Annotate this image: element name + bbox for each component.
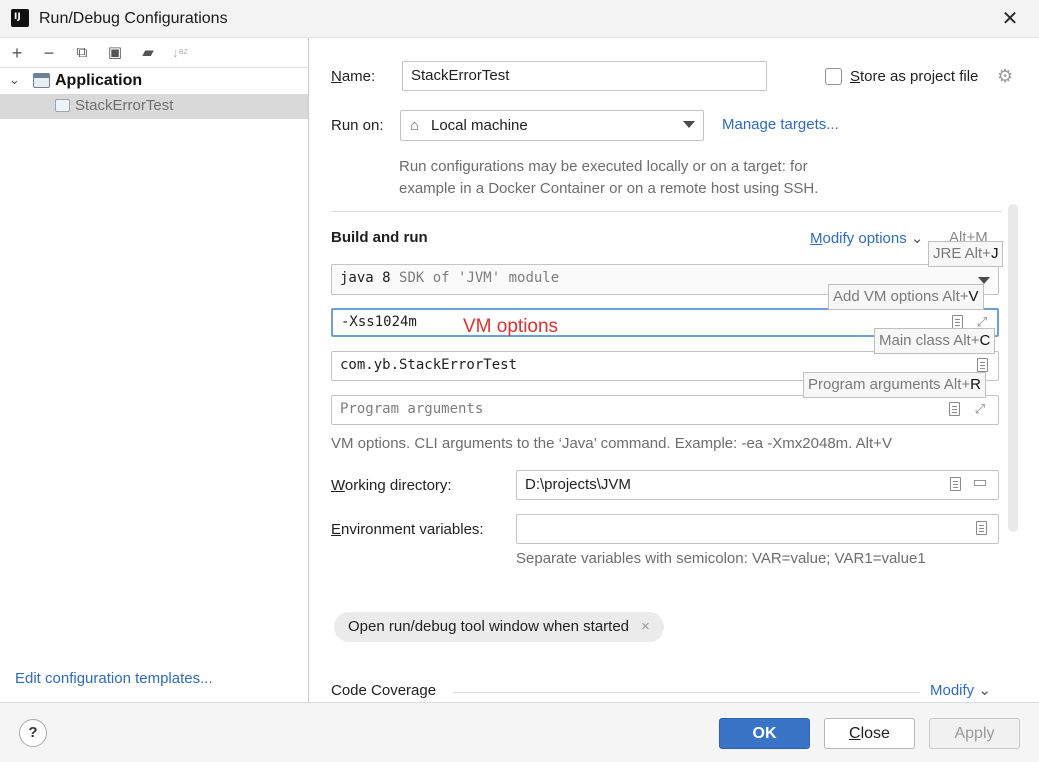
close-button[interactable]: Close xyxy=(824,718,915,749)
save-configuration-button[interactable]: ▣ xyxy=(104,42,126,64)
remove-configuration-button[interactable]: − xyxy=(38,42,60,64)
program-arguments-input[interactable]: Program arguments ⤢ xyxy=(331,395,999,425)
name-input[interactable]: StackErrorTest xyxy=(402,61,767,91)
run-on-hint: Run configurations may be executed local… xyxy=(399,156,879,200)
window-title: Run/Debug Configurations xyxy=(39,10,228,27)
working-directory-value: D:\projects\JVM xyxy=(525,476,631,493)
name-input-value: StackErrorTest xyxy=(411,67,510,84)
name-label: Name: xyxy=(331,68,376,85)
open-tool-window-option-chip[interactable]: Open run/debug tool window when started × xyxy=(334,612,664,642)
application-icon xyxy=(55,99,70,112)
edit-templates-link[interactable]: Edit configuration templates... xyxy=(15,670,213,687)
main-class-shortcut-tooltip: Main class Alt+C xyxy=(874,328,996,354)
gear-icon[interactable]: ⚙ xyxy=(997,67,1015,85)
program-arguments-placeholder: Program arguments xyxy=(340,401,484,417)
copy-configuration-button[interactable]: ⧉ xyxy=(71,42,93,64)
jre-value: java 8 SDK of 'JVM' module xyxy=(340,270,560,286)
run-on-hint-line: Run configurations may be executed local… xyxy=(399,158,808,175)
section-divider xyxy=(331,211,1002,212)
store-as-project-file-label[interactable]: Store as project file xyxy=(850,68,978,85)
working-directory-label: Working directory: xyxy=(331,477,452,494)
tree-group-application[interactable]: ⌄ Application xyxy=(0,69,308,93)
code-coverage-heading: Code Coverage xyxy=(331,682,437,699)
chevron-down-icon xyxy=(978,277,990,284)
run-on-select[interactable]: ⌂ Local machine xyxy=(400,110,704,141)
main-class-value: com.yb.StackErrorTest xyxy=(340,357,518,373)
document-icon[interactable] xyxy=(952,315,963,329)
configuration-form: Name: StackErrorTest Store as project fi… xyxy=(310,38,1039,702)
tree-item-label: StackErrorTest xyxy=(75,97,174,114)
environment-variables-label: Environment variables: xyxy=(331,521,484,538)
close-window-button[interactable]: ✕ xyxy=(996,6,1024,32)
tree-toolbar: + − ⧉ ▣ ▰ ↓ᵃᶻ xyxy=(0,38,309,68)
ok-button[interactable]: OK xyxy=(719,718,810,749)
manage-targets-link[interactable]: Manage targets... xyxy=(722,116,839,133)
apply-button[interactable]: Apply xyxy=(929,718,1020,749)
working-directory-input[interactable]: D:\projects\JVM ▭ xyxy=(516,470,999,500)
configuration-tree-panel: + − ⧉ ▣ ▰ ↓ᵃᶻ ⌄ Application StackErrorTe… xyxy=(0,38,309,702)
tree-item-stackerrortest[interactable]: StackErrorTest xyxy=(0,94,308,119)
application-icon xyxy=(33,73,50,88)
document-icon[interactable] xyxy=(976,521,987,535)
home-icon: ⌂ xyxy=(410,117,420,134)
store-as-project-file-checkbox[interactable] xyxy=(825,68,842,85)
sort-configurations-button[interactable]: ↓ᵃᶻ xyxy=(169,42,191,64)
document-icon[interactable] xyxy=(977,358,988,372)
code-coverage-modify-link[interactable]: Modify ⌄ xyxy=(930,681,991,699)
expand-icon[interactable]: ⤢ xyxy=(972,401,988,417)
vm-options-value: -Xss1024m xyxy=(341,314,417,330)
help-button[interactable]: ? xyxy=(19,719,47,747)
chevron-down-icon xyxy=(683,121,695,128)
tree-group-label: Application xyxy=(55,72,143,89)
run-on-value: Local machine xyxy=(431,117,528,134)
folder-icon[interactable]: ▭ xyxy=(972,475,988,491)
vm-options-shortcut-tooltip: Add VM options Alt+V xyxy=(828,284,984,310)
remove-option-icon[interactable]: × xyxy=(641,618,650,635)
jre-shortcut-tooltip: JRE Alt+J xyxy=(928,241,1004,267)
chevron-down-icon[interactable]: ⌄ xyxy=(9,72,20,88)
run-on-label: Run on: xyxy=(331,117,384,134)
scrollbar[interactable] xyxy=(1008,204,1018,532)
title-bar: IJ Run/Debug Configurations ✕ xyxy=(0,0,1039,38)
add-configuration-button[interactable]: + xyxy=(6,42,28,64)
program-arguments-shortcut-tooltip: Program arguments Alt+R xyxy=(803,372,987,398)
run-on-hint-line: example in a Docker Container or on a re… xyxy=(399,180,819,197)
modify-options-link[interactable]: Modify options ⌄ xyxy=(810,229,923,247)
environment-variables-hint: Separate variables with semicolon: VAR=v… xyxy=(516,550,926,567)
build-and-run-heading: Build and run xyxy=(331,229,428,246)
section-divider xyxy=(453,692,920,693)
intellij-logo-icon: IJ xyxy=(9,7,29,27)
dialog-button-bar: ? OK Close Apply xyxy=(0,702,1039,762)
document-icon[interactable] xyxy=(949,402,960,416)
vm-options-annotation: VM options xyxy=(463,316,559,337)
move-into-folder-button[interactable]: ▰ xyxy=(137,42,159,64)
document-icon[interactable] xyxy=(950,477,961,491)
open-tool-window-option-label: Open run/debug tool window when started xyxy=(348,618,630,635)
vm-options-hint: VM options. CLI arguments to the ‘Java’ … xyxy=(331,435,892,452)
environment-variables-input[interactable] xyxy=(516,514,999,544)
